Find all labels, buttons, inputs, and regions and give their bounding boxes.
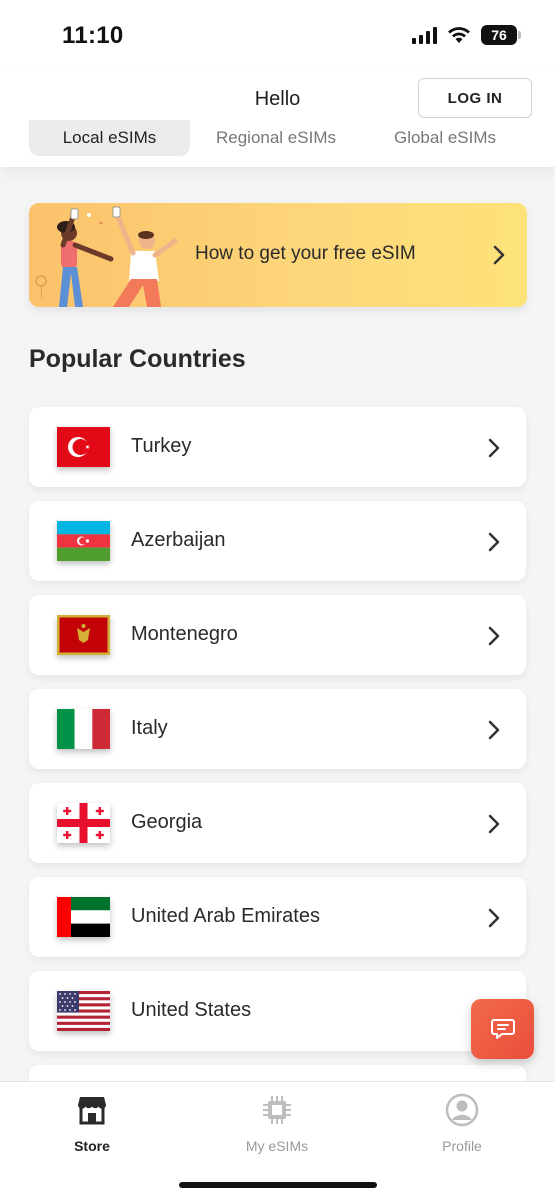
celebrating-people-illustration [35,206,178,307]
country-name: United Arab Emirates [131,905,320,927]
georgia-flag-icon [57,803,110,843]
tab-regional-esims[interactable]: Regional eSIMs [200,120,352,156]
country-row-azerbaijan[interactable]: Azerbaijan [29,501,526,581]
nav-my-esims[interactable]: My eSIMs [207,1092,347,1154]
home-indicator [179,1182,377,1188]
header: Hello LOG IN Local eSIMs Regional eSIMs … [0,72,555,167]
sim-chip-icon [263,1096,291,1124]
tab-local-esims[interactable]: Local eSIMs [29,120,190,156]
status-time: 11:10 [62,22,124,49]
cellular-signal-icon [412,26,437,44]
chevron-right-icon [488,908,500,928]
bottom-nav: Store My eSIMs Profile [0,1081,555,1200]
chevron-right-icon [488,814,500,834]
italy-flag-icon [57,709,110,749]
country-name: Turkey [131,435,192,457]
battery-icon: 76 [481,25,521,45]
country-name: Azerbaijan [131,529,226,551]
section-title: Popular Countries [29,345,246,373]
chevron-right-icon [488,626,500,646]
chevron-right-icon [488,720,500,740]
country-row-united-states[interactable]: United States [29,971,526,1051]
nav-store[interactable]: Store [22,1092,162,1154]
free-esim-promo-banner[interactable]: How to get your free eSIM [29,203,527,307]
nav-label-my-esims: My eSIMs [245,1138,309,1154]
country-name: Italy [131,717,168,739]
turkey-flag-icon [57,427,110,467]
country-name: United States [131,999,252,1021]
country-row-georgia[interactable]: Georgia [29,783,526,863]
country-row-italy[interactable]: Italy [29,689,526,769]
chevron-right-icon [493,245,505,265]
profile-icon [445,1093,479,1127]
nav-label-profile: Profile [442,1138,482,1154]
support-chat-button[interactable] [471,999,534,1059]
country-name: Montenegro [131,623,238,645]
country-row-uae[interactable]: United Arab Emirates [29,877,526,957]
login-button[interactable]: LOG IN [418,78,532,118]
promo-text: How to get your free eSIM [195,243,416,264]
country-row-montenegro[interactable]: Montenegro [29,595,526,675]
status-icons: 76 [412,25,521,45]
nav-label-store: Store [74,1138,110,1154]
usa-flag-icon [57,991,110,1031]
uae-flag-icon [57,897,110,937]
wifi-icon [448,27,470,43]
chevron-right-icon [488,438,500,458]
status-bar: 11:10 76 [0,0,555,72]
tab-global-esims[interactable]: Global eSIMs [376,120,514,156]
battery-level: 76 [491,27,507,43]
azerbaijan-flag-icon [57,521,110,561]
chevron-right-icon [488,532,500,552]
country-row-turkey[interactable]: Turkey [29,407,526,487]
chat-bubble-icon [490,1019,515,1039]
country-name: Georgia [131,811,203,833]
montenegro-flag-icon [57,615,110,655]
nav-profile[interactable]: Profile [392,1092,532,1154]
tab-bar: Local eSIMs Regional eSIMs Global eSIMs [0,120,555,158]
store-icon [78,1097,106,1125]
